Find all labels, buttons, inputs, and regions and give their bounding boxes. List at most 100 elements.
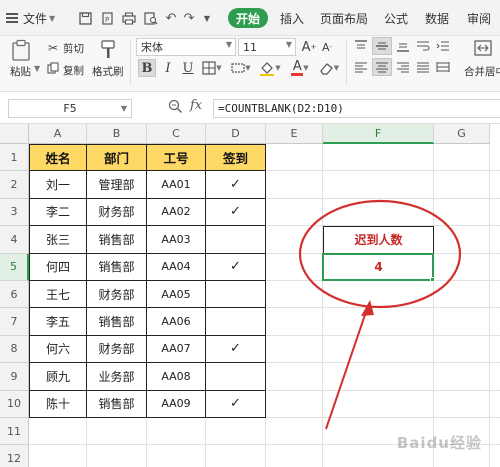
bold-button[interactable]: B [138,59,156,77]
copy-icon[interactable] [46,61,60,75]
row-header-4[interactable]: 4 [0,226,29,254]
table-cell[interactable]: 财务部 [87,281,147,309]
table-cell[interactable]: AA01 [147,171,206,199]
table-cell[interactable]: 张三 [29,226,87,254]
checkin-cell[interactable]: ✓ [206,198,266,227]
table-cell[interactable]: 王七 [29,281,87,309]
row-header-1[interactable]: 1 [0,144,29,172]
copy-button[interactable]: 复制 [63,63,84,78]
table-cell[interactable]: AA09 [147,390,206,418]
table-cell[interactable]: AA07 [147,335,206,364]
column-header-b[interactable]: B [87,124,147,144]
checkin-cell[interactable]: ✓ [206,171,266,199]
table-cell[interactable]: 业务部 [87,363,147,391]
align-top-icon[interactable] [352,38,370,54]
print-preview-icon[interactable] [142,9,160,27]
paste-button[interactable] [10,38,32,62]
column-header-g[interactable]: G [434,124,490,144]
tab-start[interactable]: 开始 [228,8,268,28]
chevron-down-icon[interactable]: ▼ [34,64,40,73]
column-header-e[interactable]: E [266,124,323,144]
column-header-a[interactable]: A [29,124,87,144]
fill-color-button[interactable]: ▼ [257,59,283,77]
align-left-icon[interactable] [352,59,370,75]
table-cell[interactable]: 何四 [29,253,87,281]
table-cell[interactable]: 销售部 [87,226,147,254]
undo-icon[interactable]: ↶ [162,9,180,27]
column-header-c[interactable]: C [147,124,206,144]
checkin-cell[interactable] [206,226,266,254]
table-cell[interactable]: 刘一 [29,171,87,199]
row-header-7[interactable]: 7 [0,308,29,336]
table-cell[interactable]: 财务部 [87,335,147,364]
align-middle-icon[interactable] [372,37,392,55]
checkin-cell[interactable] [206,281,266,309]
tab-formulas[interactable]: 公式 [384,10,408,27]
redo-icon[interactable]: ↷ [180,9,198,27]
row-header-5[interactable]: 5 [0,253,29,281]
zoom-search-icon[interactable] [168,99,184,117]
select-all-corner[interactable] [0,124,29,144]
table-header-cell[interactable]: 姓名 [29,144,87,172]
table-cell[interactable]: 顾九 [29,363,87,391]
table-cell[interactable]: AA03 [147,226,206,254]
fill-handle[interactable] [430,277,435,282]
row-header-2[interactable]: 2 [0,171,29,199]
column-header-d[interactable]: D [206,124,266,144]
border-button[interactable]: ▼ [200,59,224,77]
save-icon[interactable] [76,9,94,27]
row-header-11[interactable]: 11 [0,418,29,446]
name-box[interactable]: F5 ▼ [8,99,132,118]
tab-insert[interactable]: 插入 [280,10,304,27]
wrap-text-icon[interactable] [414,38,432,54]
align-center-icon[interactable] [372,58,392,76]
tab-review[interactable]: 审阅 [467,10,491,27]
font-name-select[interactable]: 宋体 ▼ [136,38,236,56]
table-cell[interactable]: AA02 [147,198,206,227]
table-cell[interactable]: 陈十 [29,390,87,418]
format-painter-icon[interactable] [97,39,119,61]
table-cell[interactable]: 管理部 [87,171,147,199]
scissors-icon[interactable]: ✂ [46,41,60,55]
result-label-cell[interactable]: 迟到人数 [323,226,434,254]
font-size-select[interactable]: 11 ▼ [238,38,296,56]
table-header-cell[interactable]: 签到 [206,144,266,172]
table-cell[interactable]: 李五 [29,308,87,336]
table-cell[interactable]: 销售部 [87,390,147,418]
align-bottom-icon[interactable] [394,38,412,54]
tab-data[interactable]: 数据 [425,10,449,27]
clear-format-button[interactable]: ▼ [316,59,342,77]
row-header-8[interactable]: 8 [0,335,29,364]
checkin-cell[interactable]: ✓ [206,335,266,364]
distributed-align-icon[interactable] [434,59,452,75]
table-cell[interactable]: 财务部 [87,198,147,227]
table-cell[interactable]: 李二 [29,198,87,227]
row-header-6[interactable]: 6 [0,281,29,309]
merge-cells-button[interactable]: ▼ [230,59,252,77]
format-painter-button[interactable]: 格式刷 [92,64,124,79]
font-color-button[interactable]: A ▼ [288,59,312,77]
fx-icon[interactable]: fx [190,98,202,113]
cut-button[interactable]: 剪切 [63,41,84,56]
column-header-f[interactable]: F [323,124,434,144]
table-header-cell[interactable]: 工号 [147,144,206,172]
row-header-3[interactable]: 3 [0,198,29,227]
table-cell[interactable]: AA08 [147,363,206,391]
checkin-cell[interactable] [206,363,266,391]
chevron-down-icon[interactable]: ▼ [198,9,216,27]
formula-input[interactable]: =COUNTBLANK(D2:D10) [213,99,500,118]
row-header-12[interactable]: 12 [0,445,29,467]
worksheet-grid[interactable]: ABCDEFG 1 2 3 4 5 6 7 8 9 10 11 12 姓名 部门 工号 签到 刘一 管理部 AA0… [0,124,500,467]
table-cell[interactable]: AA04 [147,253,206,281]
table-cell[interactable]: 何六 [29,335,87,364]
italic-button[interactable]: I [160,59,176,77]
table-header-cell[interactable]: 部门 [87,144,147,172]
decrease-font-icon[interactable]: A- [319,38,335,56]
increase-font-icon[interactable]: A + [301,38,317,56]
result-value-cell[interactable]: 4 [323,253,434,281]
tab-page-layout[interactable]: 页面布局 [320,10,368,27]
paste-label[interactable]: 粘贴 [10,64,31,79]
checkin-cell[interactable] [206,308,266,336]
justify-icon[interactable] [414,59,432,75]
export-pdf-icon[interactable]: P [98,9,116,27]
